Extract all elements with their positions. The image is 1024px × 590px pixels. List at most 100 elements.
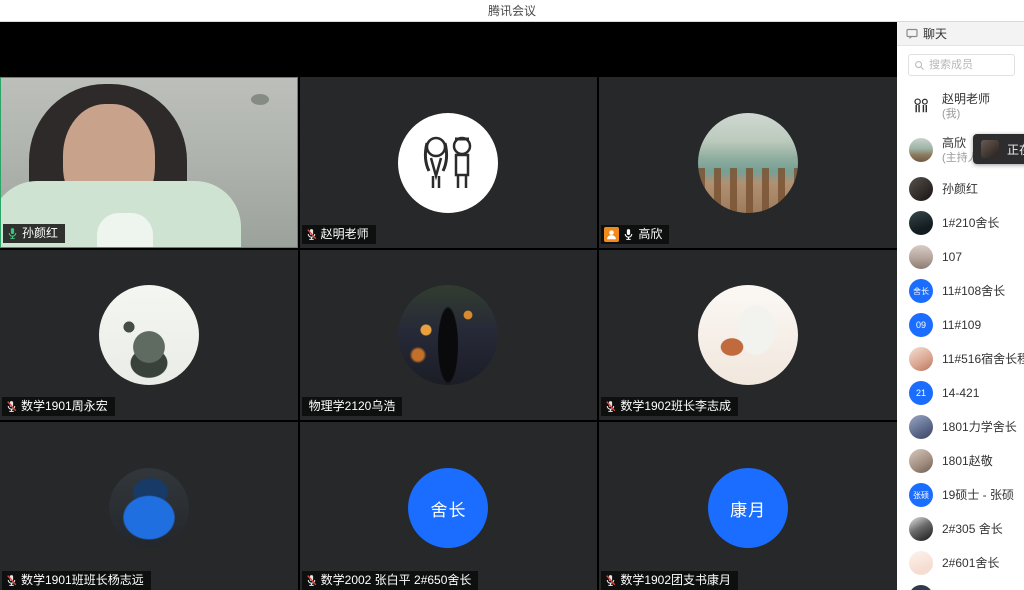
member-row[interactable]: 2#305 舍长 xyxy=(909,512,1024,546)
member-row[interactable]: 赵明老师 (我) xyxy=(909,84,1024,128)
video-tile[interactable]: 赵明老师 xyxy=(300,77,598,248)
avatar xyxy=(398,285,498,385)
participant-name: 孙颜红 xyxy=(22,226,58,241)
member-row[interactable]: 11#516宿舍长程茜 xyxy=(909,342,1024,376)
chat-sidebar: 聊天 赵明老师 (我 xyxy=(897,22,1024,590)
video-tile[interactable]: 数学1901周永宏 xyxy=(0,250,298,420)
host-badge-icon xyxy=(604,227,619,242)
search-box[interactable] xyxy=(908,54,1015,76)
member-avatar xyxy=(909,347,933,371)
app-window: 腾讯会议 xyxy=(0,0,1024,590)
member-name: 1#210舍长 xyxy=(942,216,999,231)
video-tile[interactable]: 数学1901班班长杨志远 xyxy=(0,422,298,590)
speaking-toast: 正在讲话 xyxy=(973,134,1024,164)
member-subtitle: (我) xyxy=(942,107,990,121)
mic-speaking-icon xyxy=(6,227,19,240)
window-title: 腾讯会议 xyxy=(488,2,536,19)
couple-cartoon xyxy=(909,94,933,118)
member-name: 1801力学舍长 xyxy=(942,420,1017,435)
member-row[interactable]: 孙颜红 xyxy=(909,172,1024,206)
member-row[interactable]: 09 11#109 xyxy=(909,308,1024,342)
participant-name: 数学1902班长李志成 xyxy=(620,399,731,414)
ceiling-light xyxy=(251,94,269,105)
member-avatar-initials: 09 xyxy=(909,313,933,337)
member-name: 11#516宿舍长程茜 xyxy=(942,352,1024,367)
name-label: 高欣 xyxy=(601,225,669,244)
participant-grid: 孙颜红 xyxy=(0,77,897,590)
mic-muted-icon xyxy=(604,574,617,587)
name-label: 物理学2120乌浩 xyxy=(302,397,403,416)
name-label: 数学1902班长李志成 xyxy=(601,397,738,416)
mic-muted-icon xyxy=(5,574,18,587)
sidebar-header: 聊天 xyxy=(897,22,1024,46)
mic-on-icon xyxy=(622,228,635,241)
member-avatar xyxy=(909,211,933,235)
avatar xyxy=(698,113,798,213)
video-tile[interactable]: 康月 数学1902团支书康月 xyxy=(599,422,897,590)
member-avatar xyxy=(909,94,933,118)
member-name: 1801赵敬 xyxy=(942,454,993,469)
member-name: 11#109 xyxy=(942,318,981,333)
member-avatar xyxy=(909,177,933,201)
member-row[interactable]: 1801赵敬 xyxy=(909,444,1024,478)
member-row[interactable]: 1#210舍长 xyxy=(909,206,1024,240)
name-label: 数学1902团支书康月 xyxy=(601,571,738,590)
sidebar-title: 聊天 xyxy=(923,25,947,42)
member-name: 赵明老师 xyxy=(942,92,990,107)
member-avatar-initials: 张硕 xyxy=(909,483,933,507)
participant-name: 数学2002 张白平 2#650舍长 xyxy=(321,573,472,588)
mic-muted-icon xyxy=(604,400,617,413)
name-label: 赵明老师 xyxy=(302,225,376,244)
participant-name: 数学1902团支书康月 xyxy=(620,573,731,588)
avatar xyxy=(398,113,498,213)
avatar xyxy=(698,285,798,385)
name-label: 数学2002 张白平 2#650舍长 xyxy=(302,571,479,590)
member-avatar xyxy=(909,415,933,439)
video-tile[interactable]: 数学1902班长李志成 xyxy=(599,250,897,420)
member-row[interactable]: 1801力学舍长 xyxy=(909,410,1024,444)
mic-muted-icon xyxy=(5,400,18,413)
member-row[interactable]: 107 xyxy=(909,240,1024,274)
member-name: 2#601舍长 xyxy=(942,556,999,571)
participant-name: 赵明老师 xyxy=(321,227,369,242)
title-bar: 腾讯会议 xyxy=(0,0,1024,22)
video-tile[interactable]: 舍长 数学2002 张白平 2#650舍长 xyxy=(300,422,598,590)
member-name: 14-421 xyxy=(942,386,979,401)
name-label: 数学1901周永宏 xyxy=(2,397,115,416)
name-label: 数学1901班班长杨志远 xyxy=(2,571,151,590)
avatar xyxy=(99,285,199,385)
avatar xyxy=(109,468,189,548)
mic-muted-icon xyxy=(305,574,318,587)
member-name: 19硕士 - 张硕 xyxy=(942,488,1014,503)
person-collar xyxy=(97,213,153,247)
member-row[interactable]: 舍长 11#108舍长 xyxy=(909,274,1024,308)
avatar-initials: 舍长 xyxy=(408,468,488,548)
participant-name: 数学1901周永宏 xyxy=(21,399,108,414)
search-input[interactable] xyxy=(929,59,1009,71)
member-avatar xyxy=(909,517,933,541)
member-name: 2#305 舍长 xyxy=(942,522,1003,537)
name-label: 孙颜红 xyxy=(3,224,65,243)
video-area: 孙颜红 xyxy=(0,22,897,590)
member-row[interactable]: 张硕 19硕士 - 张硕 xyxy=(909,478,1024,512)
member-name: 107 xyxy=(942,250,962,265)
video-tile[interactable]: 物理学2120乌浩 xyxy=(300,250,598,420)
participant-name: 数学1901班班长杨志远 xyxy=(21,573,144,588)
member-row[interactable]: 2#601舍长 xyxy=(909,546,1024,580)
video-tile[interactable]: 高欣 xyxy=(599,77,897,248)
member-row[interactable]: 21 14-421 xyxy=(909,376,1024,410)
chat-icon xyxy=(906,28,918,40)
member-row[interactable]: 2303舍长 xyxy=(909,580,1024,590)
member-name: 11#108舍长 xyxy=(942,284,1005,299)
search-icon xyxy=(914,60,925,71)
avatar-initials: 康月 xyxy=(708,468,788,548)
member-avatar xyxy=(909,585,933,590)
member-avatar xyxy=(909,138,933,162)
member-name: 孙颜红 xyxy=(942,182,978,197)
participant-name: 高欣 xyxy=(638,227,662,242)
member-avatar-initials: 舍长 xyxy=(909,279,933,303)
speaking-toast-text: 正在讲话 xyxy=(1007,141,1024,158)
mic-muted-icon xyxy=(305,228,318,241)
speaker-avatar xyxy=(981,140,999,158)
video-tile[interactable]: 孙颜红 xyxy=(0,77,298,248)
